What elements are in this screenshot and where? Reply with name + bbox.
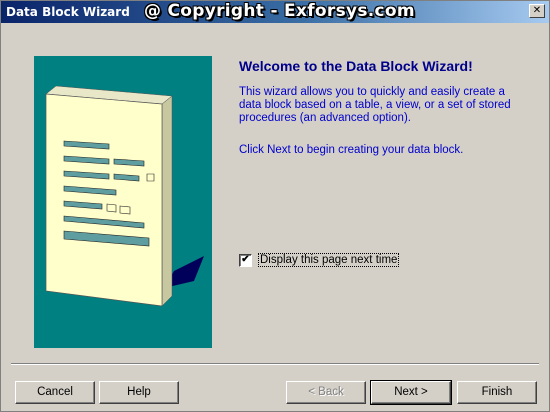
wizard-description: This wizard allows you to quickly and ea… [239,86,511,124]
window-title: Data Block Wizard [6,5,130,19]
wizard-illustration [34,56,212,348]
panel-side [161,95,173,307]
check-icon: ✔ [241,254,250,265]
wizard-instruction: Click Next to begin creating your data b… [239,144,464,156]
cancel-button[interactable]: Cancel [15,381,95,404]
wizard-heading: Welcome to the Data Block Wizard! [239,58,473,74]
finish-button[interactable]: Finish [457,381,537,404]
button-separator [11,363,539,365]
display-next-time-label[interactable]: Display this page next time [258,253,400,267]
next-button[interactable]: Next > [370,380,452,405]
copyright-watermark: @ Copyright - Exforsys.com [144,1,415,21]
back-button[interactable]: < Back [286,381,366,404]
panel-face [45,93,163,307]
display-next-time-option[interactable]: ✔ Display this page next time [239,253,400,267]
title-bar[interactable]: Data Block Wizard @ Copyright - Exforsys… [1,1,549,23]
display-next-time-checkbox[interactable]: ✔ [239,253,252,267]
close-icon: ✕ [532,5,542,16]
close-button[interactable]: ✕ [529,4,545,18]
form-illustration-icon [45,85,204,307]
help-button[interactable]: Help [99,381,179,404]
wizard-window: Data Block Wizard @ Copyright - Exforsys… [0,0,550,412]
